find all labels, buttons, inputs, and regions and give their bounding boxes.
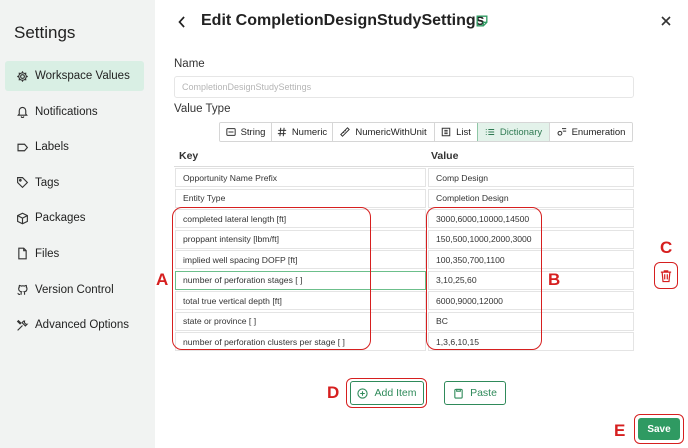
paste-label: Paste: [470, 387, 497, 399]
sidebar-item-label: Packages: [35, 212, 86, 225]
gear-icon: [16, 70, 29, 83]
enumeration-icon: [557, 128, 566, 136]
annotation-ring-values: [426, 207, 542, 350]
version-control-icon: [16, 283, 29, 296]
type-numeric-with-unit-button[interactable]: NumericWithUnit: [333, 123, 435, 141]
annotation-label-a: A: [156, 270, 169, 289]
type-enumeration-button[interactable]: Enumeration: [550, 123, 632, 141]
annotation-label-e: E: [614, 421, 626, 440]
key-cell[interactable]: Opportunity Name Prefix: [175, 168, 426, 187]
value-cell[interactable]: Comp Design: [428, 168, 634, 187]
hash-icon: [277, 127, 286, 137]
annotation-ring-keys: [172, 207, 371, 350]
key-cell[interactable]: Entity Type: [175, 188, 426, 208]
sidebar-item-notifications[interactable]: Notifications: [5, 97, 144, 127]
label-icon: [16, 141, 29, 154]
sidebar-item-label: Version Control: [35, 283, 114, 296]
type-list-button[interactable]: List: [435, 123, 478, 141]
annotation-ring-save: [634, 414, 684, 444]
type-label: Enumeration: [571, 126, 626, 138]
annotation-label-b: B: [548, 270, 561, 289]
sidebar-item-label: Tags: [35, 176, 60, 189]
sidebar-item-labels[interactable]: Labels: [5, 132, 144, 162]
ruler-icon: [340, 127, 351, 137]
paste-button[interactable]: Paste: [444, 381, 506, 405]
sidebar-item-version-control[interactable]: Version Control: [5, 275, 144, 305]
paste-icon: [454, 388, 463, 399]
type-label: String: [240, 126, 266, 138]
sidebar-item-files[interactable]: Files: [5, 239, 144, 269]
tools-icon: [16, 319, 29, 332]
dictionary-icon: [485, 129, 495, 135]
sidebar-nav: Workspace Values Notifications Labels Ta…: [5, 61, 144, 346]
annotation-ring-delete: [654, 262, 678, 289]
sidebar-item-workspace-values[interactable]: Workspace Values: [5, 61, 144, 91]
value-type-label: Value Type: [174, 103, 231, 115]
sidebar: Settings Workspace Values Notifications …: [0, 0, 155, 448]
type-label: Dictionary: [499, 126, 543, 138]
sidebar-item-label: Files: [35, 247, 60, 260]
type-numeric-button[interactable]: Numeric: [272, 123, 333, 141]
bell-icon: [16, 105, 29, 119]
sidebar-item-advanced-options[interactable]: Advanced Options: [5, 310, 144, 340]
file-icon: [16, 247, 29, 260]
type-string-button[interactable]: String: [220, 123, 272, 141]
type-label: NumericWithUnit: [355, 126, 427, 138]
sidebar-item-tags[interactable]: Tags: [5, 168, 144, 198]
value-type-selector: String Numeric NumericWithUnit List Dict…: [219, 122, 633, 142]
annotation-ring-add-item: [346, 378, 427, 408]
name-label: Name: [174, 58, 205, 70]
annotation-label-c: C: [660, 238, 673, 257]
type-label: Numeric: [291, 126, 328, 138]
name-input[interactable]: [174, 76, 634, 98]
annotation-label-d: D: [327, 383, 340, 402]
back-button[interactable]: [174, 12, 190, 32]
list-icon: [441, 127, 451, 137]
key-column-header: Key: [179, 150, 199, 162]
sidebar-item-label: Notifications: [35, 105, 98, 118]
type-dictionary-button[interactable]: Dictionary: [477, 123, 551, 141]
sidebar-item-label: Labels: [35, 141, 69, 154]
package-icon: [16, 212, 29, 225]
value-column-header: Value: [431, 150, 459, 162]
sidebar-item-label: Advanced Options: [35, 319, 129, 332]
string-icon: [225, 128, 236, 136]
value-cell[interactable]: Completion Design: [428, 188, 634, 208]
table-row: Entity Type Completion Design: [174, 188, 634, 209]
edit-icon[interactable]: [475, 14, 489, 28]
table-header: Key Value: [174, 147, 634, 167]
tag-icon: [16, 176, 29, 189]
sidebar-item-packages[interactable]: Packages: [5, 203, 144, 233]
page-title: Edit CompletionDesignStudySettings: [201, 12, 485, 29]
type-label: List: [456, 126, 471, 138]
close-icon[interactable]: [659, 14, 673, 28]
sidebar-title: Settings: [14, 23, 76, 42]
sidebar-item-label: Workspace Values: [35, 70, 130, 82]
table-row: Opportunity Name Prefix Comp Design: [174, 167, 634, 188]
chevron-left-icon: [178, 16, 185, 28]
